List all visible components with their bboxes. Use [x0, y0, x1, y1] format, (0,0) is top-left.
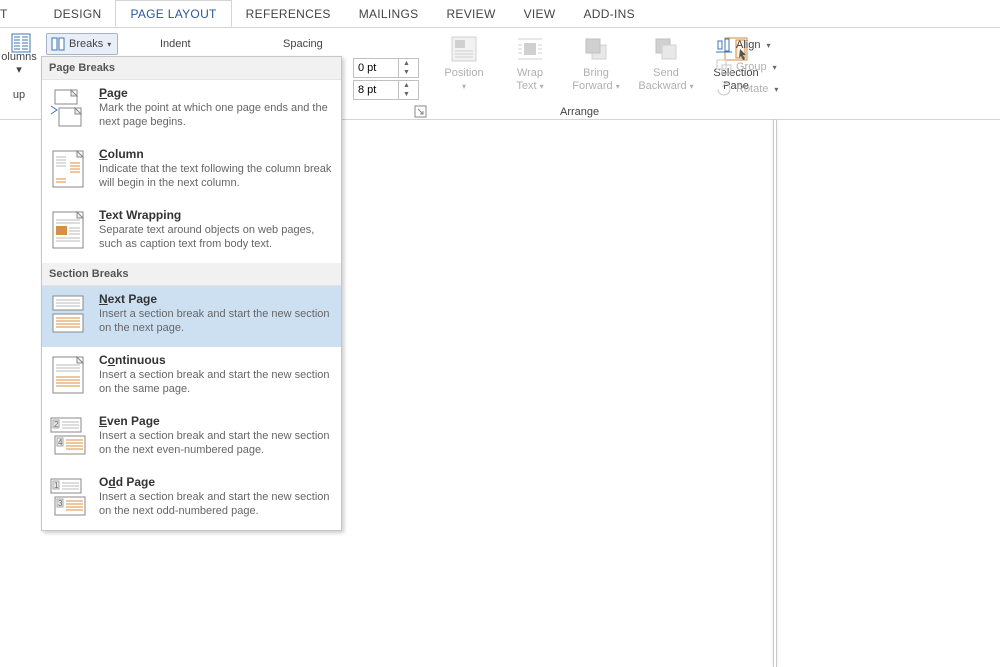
position-button[interactable]: Position▾	[436, 33, 492, 93]
align-button[interactable]: Align ▾	[712, 34, 782, 56]
breaks-label: Breaks	[69, 38, 103, 50]
spacing-after-spinner[interactable]: ▲▼	[353, 80, 419, 100]
columns-caret: ▾	[0, 64, 38, 77]
menu-item-desc: Insert a section break and start the new…	[99, 307, 334, 335]
spinner-down-icon[interactable]: ▼	[399, 68, 414, 77]
menu-item-next-page[interactable]: Next Page Insert a section break and sta…	[42, 286, 341, 347]
group-icon	[716, 59, 732, 75]
send-backward-button[interactable]: SendBackward ▾	[634, 33, 698, 93]
group-label: Group	[736, 61, 767, 73]
tab-addins[interactable]: ADD-INS	[569, 0, 648, 27]
spinner-down-icon[interactable]: ▼	[399, 90, 414, 99]
menu-item-page[interactable]: Page Mark the point at which one page en…	[42, 80, 341, 141]
tab-partial[interactable]: T	[0, 0, 16, 27]
wrap-text-icon	[514, 33, 546, 65]
columns-icon	[11, 33, 27, 49]
menu-item-desc: Insert a section break and start the new…	[99, 368, 334, 396]
position-label: Position	[444, 67, 483, 79]
next-page-break-icon	[49, 292, 89, 339]
svg-text:3: 3	[58, 499, 63, 508]
page-break-icon	[49, 86, 89, 133]
chevron-down-icon: ▾	[766, 41, 770, 50]
indent-label: Indent	[160, 38, 191, 51]
spacing-before-spinner[interactable]: ▲▼	[353, 58, 419, 78]
continuous-break-icon	[49, 353, 89, 400]
align-label: Align	[736, 39, 760, 51]
menu-item-desc: Mark the point at which one page ends an…	[99, 101, 334, 129]
svg-text:4: 4	[58, 438, 63, 447]
wrap-text-label-1: Wrap	[517, 67, 543, 79]
svg-text:2: 2	[54, 420, 59, 429]
position-icon	[448, 33, 480, 65]
menu-item-continuous[interactable]: Continuous Insert a section break and st…	[42, 347, 341, 408]
rotate-icon	[716, 81, 732, 97]
columns-label-1: olumns	[0, 51, 38, 64]
chevron-down-icon: ▾	[774, 85, 778, 94]
menu-item-desc: Insert a section break and start the new…	[99, 429, 334, 457]
rotate-label: Rotate	[736, 83, 768, 95]
menu-item-odd-page[interactable]: 1 3 Odd Page Insert a section break and …	[42, 469, 341, 530]
spacing-label: Spacing	[283, 38, 323, 51]
svg-text:1: 1	[54, 481, 59, 490]
text-wrapping-break-icon	[49, 208, 89, 255]
menu-item-desc: Indicate that the text following the col…	[99, 162, 334, 190]
section-breaks-header: Section Breaks	[42, 263, 341, 286]
menu-item-text-wrapping[interactable]: Text Wrapping Separate text around objec…	[42, 202, 341, 263]
tab-design[interactable]: DESIGN	[16, 0, 116, 27]
align-icon	[716, 37, 732, 53]
paragraph-dialog-launcher[interactable]	[415, 106, 429, 120]
tab-references[interactable]: REFERENCES	[232, 0, 345, 27]
breaks-icon	[51, 37, 65, 51]
send-backward-label-1: Send	[653, 67, 679, 79]
arrange-group-label: Arrange	[560, 106, 599, 118]
tab-mailings[interactable]: MAILINGS	[345, 0, 433, 27]
wrap-text-button[interactable]: WrapText ▾	[502, 33, 558, 93]
bring-forward-label-1: Bring	[583, 67, 609, 79]
spinner-up-icon[interactable]: ▲	[399, 59, 414, 68]
wrap-text-label-2: Text	[516, 80, 536, 92]
odd-page-break-icon: 1 3	[49, 475, 89, 522]
bring-forward-button[interactable]: BringForward ▾	[568, 33, 624, 93]
columns-label-2: up	[0, 89, 38, 102]
chevron-down-icon: ▾	[773, 63, 777, 72]
page-gap	[773, 120, 777, 667]
send-backward-label-2: Backward	[638, 80, 686, 92]
spacing-controls: ▲▼ ▲▼	[353, 58, 419, 102]
menu-item-column[interactable]: Column Indicate that the text following …	[42, 141, 341, 202]
chevron-down-icon: ▾	[107, 40, 111, 49]
bring-forward-icon	[580, 33, 612, 65]
breaks-dropdown-menu: Page Breaks Page Mark the point at which…	[41, 56, 342, 531]
spacing-after-input[interactable]	[354, 84, 398, 96]
column-break-icon	[49, 147, 89, 194]
tab-page-layout[interactable]: PAGE LAYOUT	[115, 0, 231, 27]
spacing-before-input[interactable]	[354, 62, 398, 74]
page-breaks-header: Page Breaks	[42, 57, 341, 80]
ribbon-tabs: T DESIGN PAGE LAYOUT REFERENCES MAILINGS…	[0, 0, 1000, 28]
even-page-break-icon: 2 4	[49, 414, 89, 461]
send-backward-icon	[650, 33, 682, 65]
group-button[interactable]: Group ▾	[712, 56, 782, 78]
breaks-button[interactable]: Breaks ▾	[46, 33, 118, 55]
tab-review[interactable]: REVIEW	[432, 0, 509, 27]
rotate-button[interactable]: Rotate ▾	[712, 78, 782, 100]
tab-view[interactable]: VIEW	[510, 0, 570, 27]
menu-item-even-page[interactable]: 2 4 Even Page Insert a section break and…	[42, 408, 341, 469]
menu-item-desc: Insert a section break and start the new…	[99, 490, 334, 518]
spinner-up-icon[interactable]: ▲	[399, 81, 414, 90]
columns-button[interactable]: olumns ▾ up	[0, 33, 38, 102]
menu-item-desc: Separate text around objects on web page…	[99, 223, 334, 251]
bring-forward-label-2: Forward	[572, 80, 612, 92]
